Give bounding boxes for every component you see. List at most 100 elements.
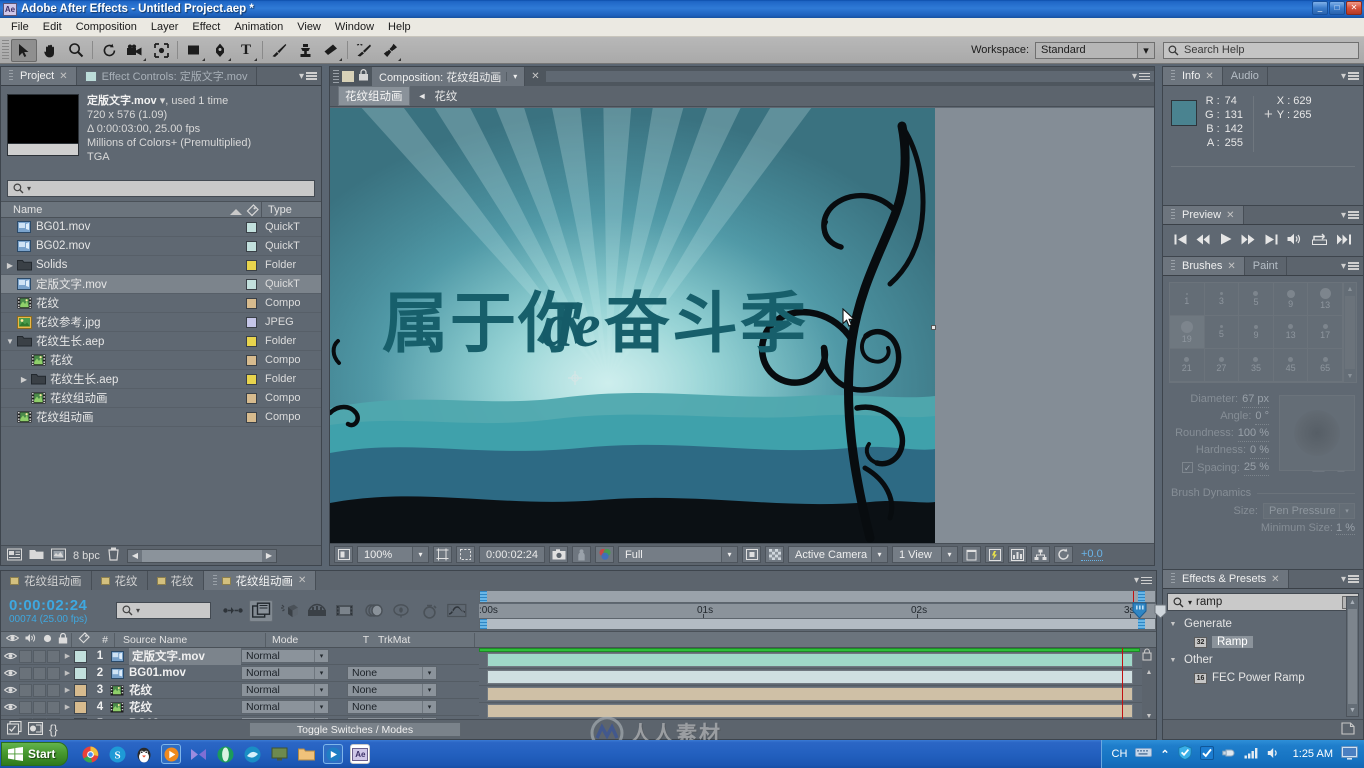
- play-button[interactable]: [1220, 233, 1232, 248]
- app5-icon[interactable]: [188, 744, 208, 764]
- text-tool[interactable]: T: [233, 39, 259, 62]
- column-trkmat[interactable]: TrkMat: [374, 634, 474, 646]
- layer-label-color[interactable]: [74, 700, 87, 714]
- layer-source-name[interactable]: 定版文字.mov: [129, 648, 241, 665]
- menu-view[interactable]: View: [290, 19, 328, 35]
- close-icon[interactable]: ✕: [1226, 210, 1234, 221]
- tab-preview[interactable]: Preview ✕: [1163, 206, 1244, 224]
- rotation-tool[interactable]: [96, 39, 122, 62]
- selection-tool[interactable]: [11, 38, 37, 62]
- scroll-up-icon[interactable]: ▲: [1146, 666, 1153, 678]
- minimize-button[interactable]: _: [1312, 1, 1328, 15]
- layer-duration-bar[interactable]: [487, 687, 1133, 701]
- close-icon[interactable]: ✕: [1205, 71, 1213, 82]
- current-time-value[interactable]: 0:00:02:24: [9, 597, 116, 614]
- chevron-down-icon[interactable]: ▾: [506, 72, 517, 81]
- project-search-input[interactable]: ▾: [7, 180, 315, 197]
- layer-source-name[interactable]: 花纹: [129, 699, 241, 715]
- pixel-aspect-correction-button[interactable]: [962, 546, 981, 563]
- brush-size-cell[interactable]: 17: [1308, 316, 1343, 349]
- layer-mode-select[interactable]: Normal ▾: [241, 666, 329, 680]
- loop-button[interactable]: [1311, 233, 1327, 248]
- timeline-work-area-top[interactable]: [479, 590, 1156, 603]
- project-item-row[interactable]: BG02.mov QuickT: [1, 237, 321, 256]
- chevron-up-icon[interactable]: ⌃: [1160, 748, 1169, 761]
- twirl-icon[interactable]: ▶: [61, 703, 74, 711]
- label-color-swatch[interactable]: [246, 297, 257, 309]
- brush-size-cell[interactable]: 9: [1273, 283, 1309, 316]
- twirl-icon[interactable]: ▶: [61, 686, 74, 694]
- draft-3d-button[interactable]: [249, 599, 273, 622]
- column-name[interactable]: Name: [1, 204, 261, 216]
- timeline-button[interactable]: [1008, 546, 1027, 563]
- clock[interactable]: 1:25 AM: [1293, 748, 1333, 760]
- frame-blending-button[interactable]: [333, 600, 357, 622]
- label-color-swatch[interactable]: [246, 411, 257, 423]
- magnification-select[interactable]: 100% ▾: [357, 546, 429, 563]
- project-item-row[interactable]: 花纹组动画 Compo: [1, 389, 321, 408]
- layer-audio-toggle[interactable]: [19, 683, 32, 697]
- tab-composition[interactable]: Composition: 花纹组动画 ▾: [372, 67, 526, 86]
- column-type[interactable]: Type: [261, 202, 321, 217]
- timeline-tab[interactable]: 花纹: [147, 571, 204, 590]
- effects-vertical-scrollbar[interactable]: ▲ ▼: [1346, 596, 1359, 717]
- layer-mode-select[interactable]: Normal ▾: [241, 700, 329, 714]
- timeline-bar-lane[interactable]: [479, 703, 1142, 720]
- scroll-down-icon[interactable]: ▼: [1344, 370, 1356, 382]
- label-color-swatch[interactable]: [246, 278, 257, 290]
- layer-source-name[interactable]: BG01.mov: [129, 667, 241, 679]
- brushes-panel-menu-button[interactable]: ▾: [1341, 261, 1359, 272]
- chevron-down-icon[interactable]: ▾: [27, 184, 31, 193]
- effects-panel-menu-button[interactable]: ▾: [1341, 574, 1359, 585]
- tab-info[interactable]: Info ✕: [1163, 67, 1223, 85]
- puppet-pin-tool[interactable]: [377, 39, 403, 62]
- comp-flowchart-button[interactable]: [1031, 546, 1050, 563]
- project-bit-depth[interactable]: 8 bpc: [73, 550, 100, 562]
- timeline-bar-lane[interactable]: [479, 686, 1142, 703]
- graph-editor-button[interactable]: [445, 600, 469, 622]
- antivirus-icon[interactable]: [1199, 745, 1214, 763]
- menu-edit[interactable]: Edit: [36, 19, 69, 35]
- layer-visibility-toggle[interactable]: [1, 685, 19, 695]
- brush-size-cell[interactable]: 65: [1308, 349, 1343, 382]
- composition-viewer[interactable]: 属于你 de 奋斗季: [330, 108, 1154, 545]
- project-panel-menu-button[interactable]: ▾: [299, 71, 317, 82]
- close-icon[interactable]: ✕: [1271, 574, 1279, 585]
- brush-property-value[interactable]: 100 %: [1237, 425, 1269, 442]
- brush-size-cell[interactable]: 13: [1273, 316, 1309, 349]
- timeline-panel-menu-button[interactable]: ▾: [1134, 575, 1152, 586]
- brush-size-cell[interactable]: 27: [1204, 349, 1240, 382]
- scroll-right-icon[interactable]: ▶: [262, 551, 276, 560]
- project-item-row[interactable]: 花纹 Compo: [1, 294, 321, 313]
- layer-source-name[interactable]: 花纹: [129, 682, 241, 698]
- twirl-icon[interactable]: ▶: [4, 261, 16, 270]
- views-select[interactable]: 1 View ▾: [892, 546, 958, 563]
- graph-editor-3d-button[interactable]: [361, 600, 385, 622]
- twirl-icon[interactable]: ▶: [61, 669, 74, 677]
- close-icon[interactable]: ✕: [298, 575, 306, 586]
- layer-label-color[interactable]: [74, 649, 87, 663]
- twirl-icon[interactable]: ▶: [18, 375, 30, 384]
- region-preview-button[interactable]: [742, 546, 761, 563]
- info-panel-menu-button[interactable]: ▾: [1341, 71, 1359, 82]
- label-color-swatch[interactable]: [246, 335, 257, 347]
- transfer-controls-icon[interactable]: [27, 721, 44, 738]
- skype-icon[interactable]: S: [107, 744, 127, 764]
- twirl-icon[interactable]: ▼: [1167, 657, 1179, 664]
- audio-button[interactable]: [1287, 233, 1302, 248]
- spacing-value[interactable]: 25 %: [1243, 459, 1269, 476]
- project-item-row[interactable]: BG01.mov QuickT: [1, 218, 321, 237]
- layer-solo-toggle[interactable]: [33, 649, 46, 663]
- desktop-icon[interactable]: [269, 744, 289, 764]
- opera-icon[interactable]: [215, 744, 235, 764]
- brush-size-cell[interactable]: 5: [1239, 283, 1274, 316]
- brush-size-cell[interactable]: 35: [1239, 349, 1274, 382]
- menu-window[interactable]: Window: [328, 19, 381, 35]
- brush-size-cell[interactable]: 13: [1308, 283, 1343, 316]
- effects-group-row[interactable]: ▼ Other: [1167, 651, 1359, 669]
- work-area-start-handle[interactable]: [480, 591, 487, 602]
- project-item-row[interactable]: 定版文字.mov QuickT: [1, 275, 321, 294]
- close-icon[interactable]: ✕: [59, 71, 67, 82]
- layer-trkmat-select[interactable]: None ▾: [347, 683, 437, 697]
- layer-lock-toggle[interactable]: [47, 700, 60, 714]
